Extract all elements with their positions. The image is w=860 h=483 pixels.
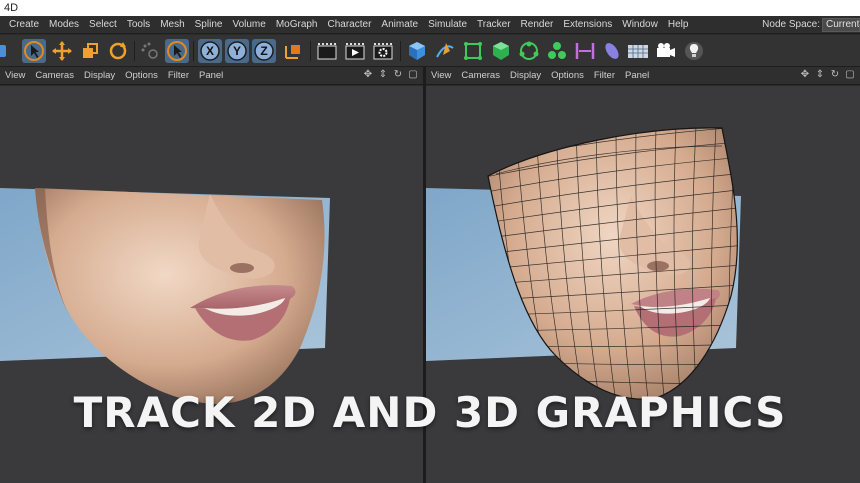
toolbar-separator: [134, 41, 135, 61]
move-icon[interactable]: [50, 39, 74, 63]
x-axis-label: X: [206, 44, 214, 58]
maximize-icon[interactable]: ▢: [844, 69, 856, 81]
node-space-label: Node Space:: [762, 19, 820, 30]
camera-icon[interactable]: [654, 39, 678, 63]
menu-render[interactable]: Render: [516, 19, 559, 30]
menu-bar: Create Modes Select Tools Mesh Spline Vo…: [0, 16, 860, 34]
right-options-menu[interactable]: Options: [546, 70, 589, 81]
cloner-icon[interactable]: [517, 39, 541, 63]
window-title: 4D: [4, 2, 19, 14]
orbit-icon[interactable]: ↻: [829, 69, 841, 81]
pen-icon[interactable]: [433, 39, 457, 63]
menu-simulate[interactable]: Simulate: [423, 19, 472, 30]
dolly-icon[interactable]: ⇕: [814, 69, 826, 81]
light-icon[interactable]: [682, 39, 706, 63]
coordinate-system-icon[interactable]: [281, 39, 305, 63]
cube-icon[interactable]: [405, 39, 429, 63]
left-panel-menu[interactable]: Panel: [194, 70, 228, 81]
node-space-dropdown[interactable]: Current: [822, 18, 860, 32]
orbit-icon[interactable]: ↻: [392, 69, 404, 81]
symmetry-icon[interactable]: [573, 39, 597, 63]
undo-icon[interactable]: [0, 39, 10, 63]
z-axis-label: Z: [260, 44, 267, 58]
selection-cursor-icon[interactable]: [22, 39, 46, 63]
right-filter-menu[interactable]: Filter: [589, 70, 620, 81]
pan-icon[interactable]: ✥: [362, 69, 374, 81]
selection-filter-icon[interactable]: [165, 39, 189, 63]
menu-mograph[interactable]: MoGraph: [271, 19, 323, 30]
left-cameras-menu[interactable]: Cameras: [30, 70, 79, 81]
right-viewport-menubar: View Cameras Display Options Filter Pane…: [426, 67, 860, 85]
right-panel-menu[interactable]: Panel: [620, 70, 654, 81]
z-axis-icon[interactable]: Z: [252, 39, 276, 63]
menu-modes[interactable]: Modes: [44, 19, 84, 30]
extrude-icon[interactable]: [489, 39, 513, 63]
live-selection-icon[interactable]: [138, 39, 162, 63]
render-settings-icon[interactable]: [371, 39, 395, 63]
y-axis-label: Y: [233, 44, 241, 58]
window-title-bar: 4D: [0, 0, 860, 16]
right-cameras-menu[interactable]: Cameras: [456, 70, 505, 81]
right-viewport-nav: ✥ ⇕ ↻ ▢: [799, 69, 856, 81]
deformer-icon[interactable]: [600, 39, 624, 63]
menu-spline[interactable]: Spline: [190, 19, 228, 30]
toolbar-separator: [400, 41, 401, 61]
scale-icon[interactable]: [78, 39, 102, 63]
left-view-menu[interactable]: View: [0, 70, 30, 81]
menu-items: Create Modes Select Tools Mesh Spline Vo…: [0, 19, 693, 30]
right-view-menu[interactable]: View: [426, 70, 456, 81]
menu-character[interactable]: Character: [323, 19, 377, 30]
left-filter-menu[interactable]: Filter: [163, 70, 194, 81]
menu-mesh[interactable]: Mesh: [155, 19, 189, 30]
x-axis-icon[interactable]: X: [198, 39, 222, 63]
right-display-menu[interactable]: Display: [505, 70, 546, 81]
menu-create[interactable]: Create: [4, 19, 44, 30]
render-view-icon[interactable]: [315, 39, 339, 63]
menu-select[interactable]: Select: [84, 19, 122, 30]
maximize-icon[interactable]: ▢: [407, 69, 419, 81]
left-options-menu[interactable]: Options: [120, 70, 163, 81]
left-viewport-menubar: View Cameras Display Options Filter Pane…: [0, 67, 423, 85]
y-axis-icon[interactable]: Y: [225, 39, 249, 63]
left-display-menu[interactable]: Display: [79, 70, 120, 81]
toolbar-separator: [310, 41, 311, 61]
video-caption: TRACK 2D AND 3D GRAPHICS: [73, 388, 787, 437]
menu-extensions[interactable]: Extensions: [558, 19, 617, 30]
menu-tools[interactable]: Tools: [122, 19, 155, 30]
pan-icon[interactable]: ✥: [799, 69, 811, 81]
render-picture-viewer-icon[interactable]: [343, 39, 367, 63]
subdivision-surface-icon[interactable]: [461, 39, 485, 63]
connect-icon[interactable]: [545, 39, 569, 63]
menu-volume[interactable]: Volume: [227, 19, 270, 30]
menu-window[interactable]: Window: [617, 19, 663, 30]
menu-tracker[interactable]: Tracker: [472, 19, 516, 30]
dolly-icon[interactable]: ⇕: [377, 69, 389, 81]
toolbar-separator: [193, 41, 194, 61]
menu-help[interactable]: Help: [663, 19, 694, 30]
main-toolbar: X Y Z: [0, 35, 860, 67]
rotate-icon[interactable]: [106, 39, 130, 63]
left-viewport-nav: ✥ ⇕ ↻ ▢: [362, 69, 419, 81]
floor-icon[interactable]: [626, 39, 650, 63]
menu-animate[interactable]: Animate: [376, 19, 423, 30]
